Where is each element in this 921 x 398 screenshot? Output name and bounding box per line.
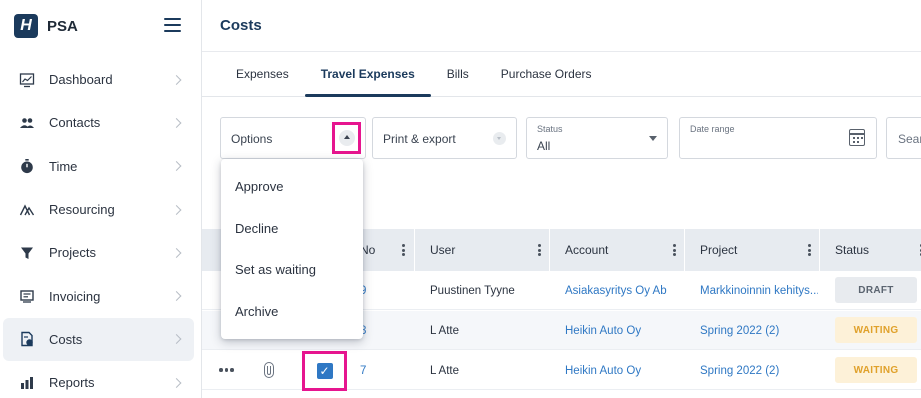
status-badge: DRAFT [835, 277, 917, 303]
row-user: Puustinen Tyyne [430, 284, 515, 297]
column-menu-icon[interactable] [402, 244, 405, 256]
row-user: L Atte [430, 364, 459, 377]
filter-bar: Options Print & export Status All Date r… [220, 117, 921, 159]
column-menu-icon[interactable] [538, 244, 541, 256]
status-badge: WAITING [835, 357, 917, 383]
sidebar-item-invoicing[interactable]: Invoicing [3, 274, 194, 317]
chevron-right-icon [171, 247, 182, 258]
bar-chart-icon [19, 375, 35, 391]
sidebar-item-contacts[interactable]: Contacts [3, 101, 194, 144]
sidebar-item-costs[interactable]: Costs [3, 317, 194, 362]
chevron-right-icon [171, 204, 182, 215]
search-input[interactable]: Sear [886, 117, 921, 159]
sidebar-item-label: Resourcing [49, 202, 115, 218]
tab-bills[interactable]: Bills [431, 51, 485, 96]
row-project[interactable]: Markkinoinnin kehitys... [700, 271, 818, 310]
status-badge: WAITING [835, 317, 917, 343]
row-number[interactable]: 7 [360, 351, 366, 390]
chevron-right-icon [171, 117, 182, 128]
sidebar-item-resourcing[interactable]: Resourcing [3, 188, 194, 231]
row-account[interactable]: Heikin Auto Oy [565, 311, 683, 350]
tab-travel-expenses[interactable]: Travel Expenses [304, 51, 431, 97]
sidebar-item-label: Time [49, 158, 78, 174]
row-account[interactable]: Asiakasyritys Oy Ab [565, 271, 683, 310]
app-name: PSA [47, 17, 78, 35]
options-label: Options [231, 132, 273, 146]
people-icon [19, 115, 35, 131]
column-header-account[interactable]: Account [550, 229, 684, 271]
status-value: All [537, 139, 551, 153]
menu-item-set-as-waiting[interactable]: Set as waiting [221, 249, 363, 291]
chevron-right-icon [171, 161, 182, 172]
sidebar-item-label: Projects [49, 245, 96, 261]
menu-item-approve[interactable]: Approve [221, 166, 363, 208]
stopwatch-icon [19, 158, 35, 174]
tab-expenses[interactable]: Expenses [220, 51, 305, 96]
column-header-status[interactable]: Status [820, 229, 921, 271]
sidebar-item-label: Invoicing [49, 288, 101, 304]
options-toggle-button[interactable] [332, 122, 361, 154]
resourcing-icon [19, 202, 35, 218]
invoice-icon [19, 288, 35, 304]
column-label: Project [700, 243, 738, 257]
top-bar: Costs [202, 0, 921, 52]
chevron-right-icon [171, 74, 182, 85]
attachment-icon[interactable] [264, 362, 274, 378]
row-user: L Atte [430, 324, 459, 337]
calendar-icon[interactable] [849, 129, 865, 146]
menu-item-archive[interactable]: Archive [221, 291, 363, 333]
column-menu-icon[interactable] [808, 244, 811, 256]
row-account[interactable]: Heikin Auto Oy [565, 351, 683, 390]
tab-bar: Expenses Travel Expenses Bills Purchase … [202, 52, 921, 97]
print-export-select[interactable]: Print & export [372, 117, 517, 159]
row-project[interactable]: Spring 2022 (2) [700, 311, 818, 350]
column-header-project[interactable]: Project [685, 229, 819, 271]
menu-item-decline[interactable]: Decline [221, 208, 363, 250]
column-header-no[interactable]: No [360, 229, 413, 271]
more-actions-icon[interactable] [219, 368, 234, 372]
chevron-up-icon [338, 130, 355, 146]
sidebar-item-label: Reports [49, 375, 95, 391]
sidebar-item-reports[interactable]: Reports [3, 361, 194, 398]
options-select[interactable]: Options [220, 117, 366, 159]
sidebar-nav: Dashboard Contacts Time Resourcing Proje… [0, 58, 202, 398]
costs-icon [19, 331, 35, 347]
sidebar-item-time[interactable]: Time [3, 145, 194, 188]
sidebar-item-projects[interactable]: Projects [3, 231, 194, 274]
funnel-icon [19, 245, 35, 261]
menu-toggle-icon[interactable] [164, 18, 181, 32]
search-placeholder: Sear [898, 132, 921, 146]
column-menu-icon[interactable] [673, 244, 676, 256]
chevron-right-icon [171, 291, 182, 302]
sidebar-item-label: Contacts [49, 115, 101, 131]
column-header-user[interactable]: User [415, 229, 549, 271]
print-export-label: Print & export [383, 132, 456, 146]
date-range-label: Date range [690, 124, 735, 134]
chevron-right-icon [171, 334, 182, 345]
table-row[interactable]: ✓ 7 L Atte Heikin Auto Oy Spring 2022 (2… [202, 351, 921, 391]
status-field-label: Status [537, 124, 563, 134]
chevron-down-icon [649, 136, 657, 141]
column-label: Account [565, 243, 609, 257]
sidebar-item-label: Costs [49, 331, 83, 347]
logo: H [14, 14, 38, 38]
date-range-field[interactable]: Date range [679, 117, 877, 159]
column-label: User [430, 243, 456, 257]
page-title: Costs [220, 17, 262, 34]
options-dropdown-menu: Approve Decline Set as waiting Archive [221, 159, 363, 339]
sidebar: H PSA Dashboard Contacts Time Resourcing… [0, 0, 202, 398]
chevron-right-icon [171, 377, 182, 388]
chevron-down-icon [493, 132, 506, 145]
row-project[interactable]: Spring 2022 (2) [700, 351, 818, 390]
sidebar-item-dashboard[interactable]: Dashboard [3, 58, 194, 101]
checkmark-icon: ✓ [316, 363, 333, 379]
tab-purchase-orders[interactable]: Purchase Orders [485, 51, 608, 96]
status-select[interactable]: Status All [526, 117, 668, 159]
chart-icon [19, 72, 35, 88]
row-select-checkbox[interactable]: ✓ [302, 351, 347, 391]
sidebar-item-label: Dashboard [49, 72, 113, 88]
column-label: Status [835, 243, 870, 257]
